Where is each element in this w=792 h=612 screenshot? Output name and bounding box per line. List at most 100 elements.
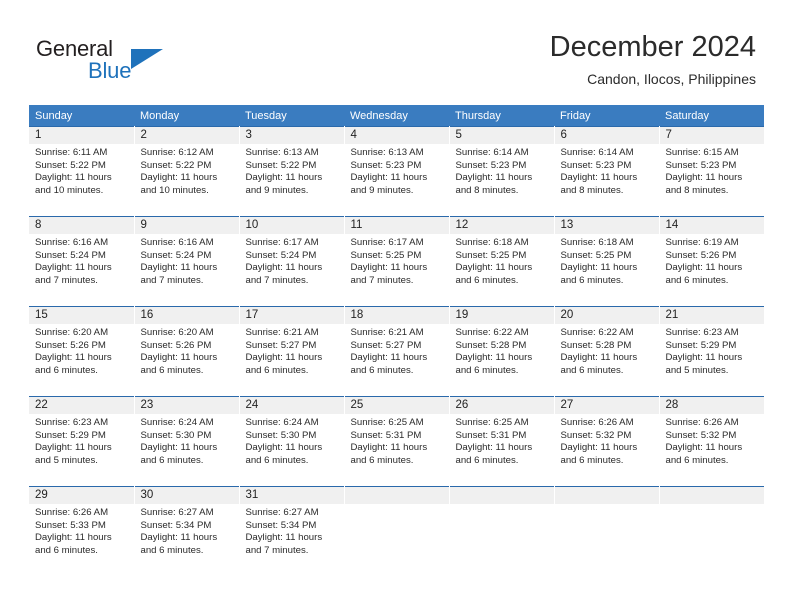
calendar-day-cell[interactable]: 28 Sunrise: 6:26 AM Sunset: 5:32 PM Dayligh…	[659, 396, 764, 487]
day-details: Sunrise: 6:22 AM Sunset: 5:28 PM Daylight:…	[555, 324, 659, 377]
day-number: 27	[554, 397, 659, 414]
sunrise-time: Sunrise: 6:25 AM	[350, 417, 424, 428]
calendar-day-cell[interactable]: 23 Sunrise: 6:24 AM Sunset: 5:30 PM Dayligh…	[134, 396, 240, 487]
sunset-time: Sunset: 5:25 PM	[350, 249, 422, 261]
calendar-day-cell[interactable]: 27 Sunrise: 6:26 AM Sunset: 5:32 PM Dayligh…	[554, 396, 660, 487]
day-number: 26	[449, 397, 554, 414]
calendar-day-cell[interactable]: 25 Sunrise: 6:25 AM Sunset: 5:31 PM Dayligh…	[344, 396, 450, 487]
calendar-day-cell[interactable]: 17 Sunrise: 6:21 AM Sunset: 5:27 PM Dayligh…	[239, 306, 345, 397]
sunrise-time: Sunrise: 6:18 AM	[455, 237, 529, 248]
calendar-day-cell[interactable]: 7 Sunrise: 6:15 AM Sunset: 5:23 PM Daylight…	[659, 126, 764, 217]
day-cell-inner: 23 Sunrise: 6:24 AM Sunset: 5:30 PM Dayligh…	[134, 397, 239, 486]
sunrise-time: Sunrise: 6:22 AM	[455, 327, 529, 338]
day-details: Sunrise: 6:12 AM Sunset: 5:22 PM Daylight:…	[135, 144, 239, 197]
sunrise-time: Sunrise: 6:26 AM	[665, 417, 739, 428]
day-details: Sunrise: 6:16 AM Sunset: 5:24 PM Daylight:…	[135, 234, 239, 287]
blue-triangle-logo-icon	[131, 49, 163, 69]
sunset-time: Sunset: 5:23 PM	[455, 159, 527, 171]
sunrise-time: Sunrise: 6:22 AM	[560, 327, 634, 338]
day-number: 2	[134, 127, 239, 144]
calendar-day-cell[interactable]: 6 Sunrise: 6:14 AM Sunset: 5:23 PM Daylight…	[554, 126, 660, 217]
general-blue-logo[interactable]: General Blue	[36, 36, 256, 92]
day-number: 12	[449, 217, 554, 234]
day-number: 11	[344, 217, 449, 234]
daylight-duration-line2: and 7 minutes.	[350, 274, 414, 286]
day-cell-inner: 8 Sunrise: 6:16 AM Sunset: 5:24 PM Daylight…	[29, 217, 134, 306]
calendar-day-cell[interactable]: 8 Sunrise: 6:16 AM Sunset: 5:24 PM Daylight…	[29, 216, 135, 307]
day-cell-inner: 26 Sunrise: 6:25 AM Sunset: 5:31 PM Dayligh…	[449, 397, 554, 486]
calendar-day-cell[interactable]: 20 Sunrise: 6:22 AM Sunset: 5:28 PM Dayligh…	[554, 306, 660, 397]
day-cell-inner: 7 Sunrise: 6:15 AM Sunset: 5:23 PM Daylight…	[659, 127, 764, 216]
day-number: 24	[239, 397, 344, 414]
day-details: Sunrise: 6:21 AM Sunset: 5:27 PM Daylight:…	[240, 324, 344, 377]
calendar-day-cell[interactable]: 31 Sunrise: 6:27 AM Sunset: 5:34 PM Dayligh…	[239, 486, 345, 576]
day-details: Sunrise: 6:13 AM Sunset: 5:22 PM Daylight:…	[240, 144, 344, 197]
calendar-week-row: 22 Sunrise: 6:23 AM Sunset: 5:29 PM Dayligh…	[29, 396, 764, 487]
sunset-time: Sunset: 5:23 PM	[665, 159, 737, 171]
day-number: 3	[239, 127, 344, 144]
day-cell-inner: 5 Sunrise: 6:14 AM Sunset: 5:23 PM Daylight…	[449, 127, 554, 216]
daylight-duration-line1: Daylight: 11 hours	[245, 172, 323, 184]
daylight-duration-line1: Daylight: 11 hours	[140, 442, 218, 454]
calendar-day-cell[interactable]: 4 Sunrise: 6:13 AM Sunset: 5:23 PM Daylight…	[344, 126, 450, 217]
sunrise-time: Sunrise: 6:24 AM	[245, 417, 319, 428]
daylight-duration-line2: and 6 minutes.	[140, 364, 204, 376]
calendar-day-cell[interactable]: 21 Sunrise: 6:23 AM Sunset: 5:29 PM Dayligh…	[659, 306, 764, 397]
calendar-day-cell[interactable]: 14 Sunrise: 6:19 AM Sunset: 5:26 PM Dayligh…	[659, 216, 764, 307]
day-details	[660, 504, 765, 507]
day-details: Sunrise: 6:27 AM Sunset: 5:34 PM Daylight:…	[135, 504, 239, 557]
sunrise-time: Sunrise: 6:18 AM	[560, 237, 634, 248]
day-number: 25	[344, 397, 449, 414]
weekday-header-thursday: Thursday	[449, 105, 554, 127]
sunrise-time: Sunrise: 6:11 AM	[35, 147, 108, 158]
calendar-day-cell[interactable]: 26 Sunrise: 6:25 AM Sunset: 5:31 PM Dayligh…	[449, 396, 555, 487]
daylight-duration-line1: Daylight: 11 hours	[560, 352, 638, 364]
daylight-duration-line2: and 7 minutes.	[35, 274, 98, 286]
calendar-day-cell[interactable]: 11 Sunrise: 6:17 AM Sunset: 5:25 PM Dayligh…	[344, 216, 450, 307]
day-details: Sunrise: 6:14 AM Sunset: 5:23 PM Daylight:…	[450, 144, 554, 197]
calendar-day-cell[interactable]: 1 Sunrise: 6:11 AM Sunset: 5:22 PM Daylight…	[29, 126, 135, 217]
sunset-time: Sunset: 5:26 PM	[35, 339, 106, 351]
calendar-day-cell[interactable]: 9 Sunrise: 6:16 AM Sunset: 5:24 PM Daylight…	[134, 216, 240, 307]
day-number: 4	[344, 127, 449, 144]
daylight-duration-line1: Daylight: 11 hours	[245, 442, 323, 454]
daylight-duration-line2: and 6 minutes.	[140, 454, 204, 466]
daylight-duration-line2: and 6 minutes.	[245, 454, 309, 466]
day-number: 28	[659, 397, 764, 414]
day-cell-inner	[554, 487, 659, 576]
sunrise-time: Sunrise: 6:25 AM	[455, 417, 529, 428]
sunset-time: Sunset: 5:24 PM	[140, 249, 212, 261]
daylight-duration-line2: and 8 minutes.	[455, 184, 519, 196]
calendar-day-cell[interactable]: 22 Sunrise: 6:23 AM Sunset: 5:29 PM Dayligh…	[29, 396, 135, 487]
calendar-day-cell[interactable]: 13 Sunrise: 6:18 AM Sunset: 5:25 PM Dayligh…	[554, 216, 660, 307]
daylight-duration-line1: Daylight: 11 hours	[35, 442, 112, 454]
day-cell-inner: 3 Sunrise: 6:13 AM Sunset: 5:22 PM Daylight…	[239, 127, 344, 216]
calendar-day-cell[interactable]: 5 Sunrise: 6:14 AM Sunset: 5:23 PM Daylight…	[449, 126, 555, 217]
calendar-day-cell[interactable]: 30 Sunrise: 6:27 AM Sunset: 5:34 PM Dayligh…	[134, 486, 240, 576]
sunset-time: Sunset: 5:29 PM	[35, 429, 106, 441]
calendar-day-cell[interactable]: 15 Sunrise: 6:20 AM Sunset: 5:26 PM Dayligh…	[29, 306, 135, 397]
calendar-day-cell[interactable]: 16 Sunrise: 6:20 AM Sunset: 5:26 PM Dayligh…	[134, 306, 240, 397]
calendar-day-cell[interactable]: 10 Sunrise: 6:17 AM Sunset: 5:24 PM Dayligh…	[239, 216, 345, 307]
daylight-duration-line1: Daylight: 11 hours	[665, 442, 743, 454]
title-block: December 2024 Candon, Ilocos, Philippine…	[236, 30, 756, 88]
daylight-duration-line2: and 6 minutes.	[455, 454, 519, 466]
calendar-day-cell[interactable]: 29 Sunrise: 6:26 AM Sunset: 5:33 PM Dayligh…	[29, 486, 135, 576]
sunrise-time: Sunrise: 6:16 AM	[35, 237, 109, 248]
location-subtitle: Candon, Ilocos, Philippines	[587, 71, 756, 87]
calendar-day-cell[interactable]: 12 Sunrise: 6:18 AM Sunset: 5:25 PM Dayligh…	[449, 216, 555, 307]
day-cell-inner: 21 Sunrise: 6:23 AM Sunset: 5:29 PM Dayligh…	[659, 307, 764, 396]
weekday-header-tuesday: Tuesday	[239, 105, 344, 127]
sunset-time: Sunset: 5:34 PM	[140, 519, 212, 531]
day-details: Sunrise: 6:17 AM Sunset: 5:25 PM Daylight:…	[345, 234, 449, 287]
sunrise-time: Sunrise: 6:21 AM	[350, 327, 424, 338]
day-details	[345, 504, 449, 507]
day-number: 7	[659, 127, 764, 144]
day-cell-inner: 16 Sunrise: 6:20 AM Sunset: 5:26 PM Dayligh…	[134, 307, 239, 396]
calendar-day-cell[interactable]: 19 Sunrise: 6:22 AM Sunset: 5:28 PM Dayligh…	[449, 306, 555, 397]
calendar-day-cell[interactable]: 2 Sunrise: 6:12 AM Sunset: 5:22 PM Daylight…	[134, 126, 240, 217]
calendar-day-cell[interactable]: 24 Sunrise: 6:24 AM Sunset: 5:30 PM Dayligh…	[239, 396, 345, 487]
calendar-day-cell[interactable]: 3 Sunrise: 6:13 AM Sunset: 5:22 PM Daylight…	[239, 126, 345, 217]
day-number	[554, 487, 659, 504]
calendar-day-cell[interactable]: 18 Sunrise: 6:21 AM Sunset: 5:27 PM Dayligh…	[344, 306, 450, 397]
